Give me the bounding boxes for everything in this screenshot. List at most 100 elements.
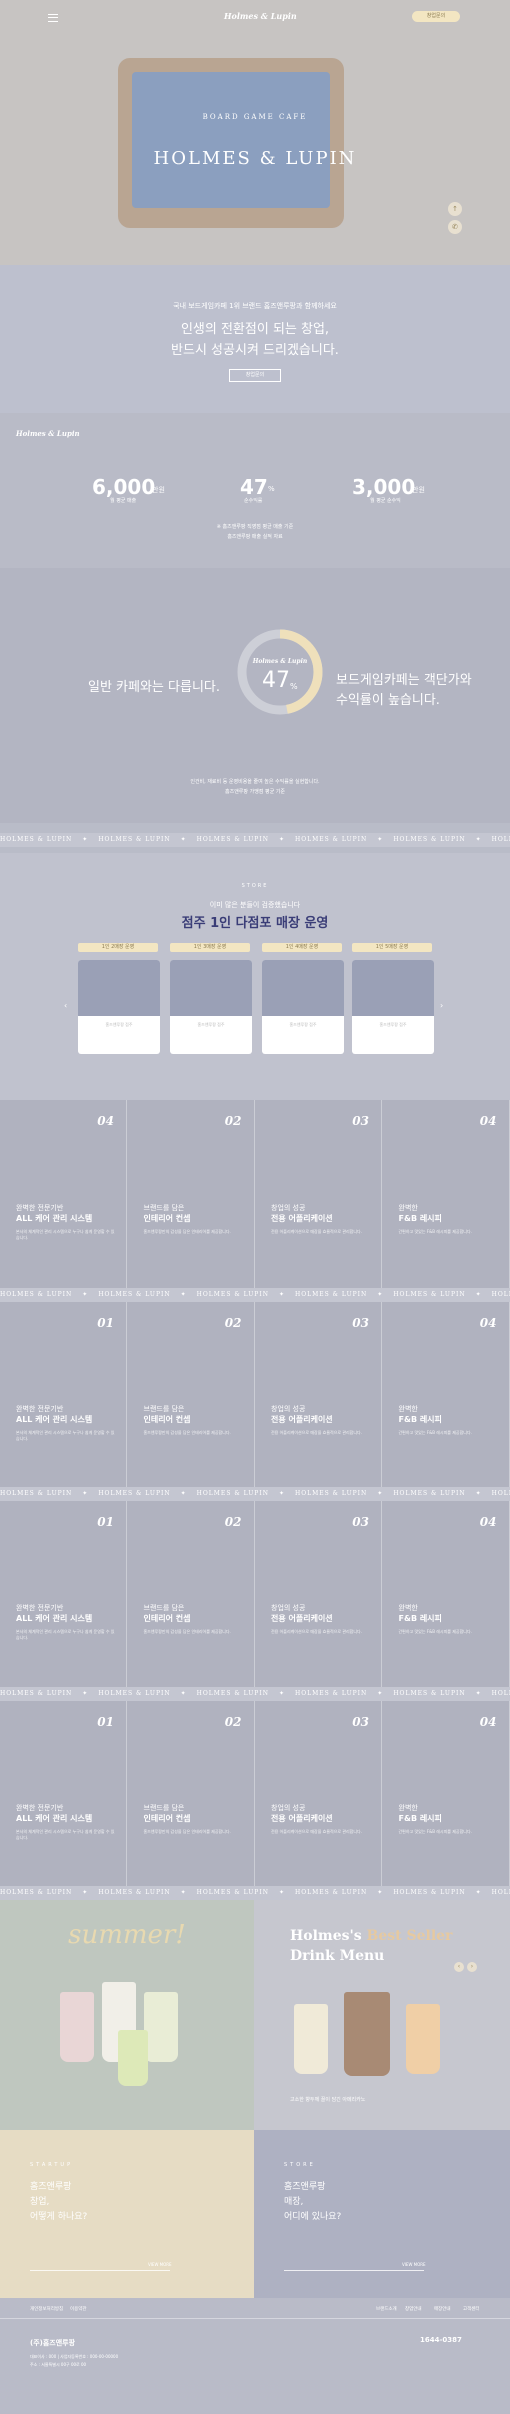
prev-icon[interactable]: ‹ [454, 1962, 464, 1972]
next-arrow-icon[interactable]: › [440, 1001, 443, 1010]
star-icon: ✦ [180, 1889, 187, 1896]
star-icon: ✦ [377, 1889, 384, 1896]
cta-store-line-2: 매장, [284, 2197, 304, 2207]
band-text: HOLMES & LUPIN [491, 1889, 510, 1896]
feature-cell: 03 창업의 성공 전용 어플리케이션 전용 어플리케이션으로 매장을 효율적으로 관… [255, 1501, 382, 1687]
header-cta-button[interactable]: 창업문의 [412, 11, 460, 22]
drink-caption: 고소한 향두께 꿀이 담긴 아메리카노 [290, 2097, 366, 2103]
cta-store[interactable]: STORE 홈즈앤루팡 매장, 어디에 있나요? VIEW MORE [254, 2130, 510, 2298]
cta-store-title: 홈즈앤루팡 매장, 어디에 있나요? [284, 2180, 341, 2225]
band-text: HOLMES & LUPIN [98, 836, 171, 843]
feature-desc: 전용 어플리케이션으로 매장을 효율적으로 관리합니다. [271, 1629, 362, 1634]
footer-link-startup[interactable]: 창업안내 [405, 2306, 422, 2312]
drink-image [294, 2004, 328, 2074]
feature-number: 02 [224, 1515, 242, 1529]
star-icon: ✦ [475, 1490, 482, 1497]
footer-info-1: 대표이사 : 000 | 사업자등록번호 : 000-00-00000 [30, 2354, 119, 2359]
feature-number: 01 [97, 1316, 114, 1330]
footer-link-privacy[interactable]: 개인정보처리방침 [30, 2306, 63, 2312]
footer-link-support[interactable]: 고객센터 [463, 2306, 480, 2312]
footer-company: (주)홈즈앤루팡 [30, 2339, 76, 2347]
cta-store-more[interactable]: VIEW MORE [402, 2262, 426, 2267]
store-card[interactable]: 홈즈앤루팡 점주 [78, 960, 160, 1054]
compare-section: 일반 카페와는 다릅니다. Holmes & Lupin 47 % 보드게임카페… [0, 568, 510, 823]
band-text: HOLMES & LUPIN [393, 1490, 466, 1497]
star-icon: ✦ [180, 1490, 187, 1497]
store-caption: 홈즈앤루팡 점주 [379, 1022, 407, 1027]
band-text: HOLMES & LUPIN [393, 1291, 466, 1298]
star-icon: ✦ [475, 1291, 482, 1298]
band-text: HOLMES & LUPIN [98, 1291, 171, 1298]
feature-cell: 02 브랜드를 담은 인테리어 컨셉 홈즈앤루팡만의 감성을 담은 인테리어를 제공합… [128, 1100, 255, 1288]
feature-desc: 전용 어플리케이션으로 매장을 효율적으로 관리합니다. [271, 1430, 362, 1435]
feature-title: 인테리어 컨셉 [143, 1214, 191, 1223]
feature-desc: 홈즈앤루팡만의 감성을 담은 인테리어를 제공합니다. [143, 1229, 231, 1234]
store-tab-1[interactable]: 1인 2매장 운영 [78, 943, 158, 952]
feature-number: 04 [479, 1715, 497, 1729]
cta-startup-line-3: 어떻게 하나요? [30, 2212, 88, 2222]
feature-cell: 04 완벽한 F&B 레시피 간편하고 맛있는 F&B 레시피를 제공합니다. [383, 1501, 510, 1687]
feature-title: 전용 어플리케이션 [271, 1415, 333, 1424]
cta-startup[interactable]: STARTUP 홈즈앤루팡 창업, 어떻게 하나요? VIEW MORE [0, 2130, 254, 2298]
footer-link-brand[interactable]: 브랜드소개 [376, 2306, 397, 2312]
feature-title: 인테리어 컨셉 [143, 1814, 191, 1823]
band-text: HOLMES & LUPIN [0, 1490, 73, 1497]
footer-link-terms[interactable]: 이용약관 [70, 2306, 87, 2312]
band-text: HOLMES & LUPIN [0, 1690, 73, 1697]
chat-icon[interactable]: ↑ [448, 202, 462, 216]
band-text: HOLMES & LUPIN [393, 1889, 466, 1896]
store-caption: 홈즈앤루팡 점주 [289, 1022, 317, 1027]
footer-link-store[interactable]: 매장안내 [434, 2306, 451, 2312]
band-text: HOLMES & LUPIN [196, 1889, 269, 1896]
feature-kicker: 완벽한 전문기반 [16, 1405, 64, 1413]
menu-icon[interactable] [48, 14, 58, 22]
feature-kicker: 창업의 성공 [271, 1604, 306, 1612]
stat-unit-1: 만원 [152, 486, 165, 494]
cta-divider [30, 2270, 170, 2271]
phone-icon[interactable]: ✆ [448, 220, 462, 234]
footer-phone[interactable]: 1644-0387 [420, 2336, 462, 2344]
feature-cell: 03 창업의 성공 전용 어플리케이션 전용 어플리케이션으로 매장을 효율적으로 관… [255, 1701, 382, 1886]
star-icon: ✦ [278, 1690, 285, 1697]
intro-button[interactable]: 창업문의 [229, 369, 281, 382]
season-title: summer! [68, 1920, 186, 1950]
store-tab-3[interactable]: 1인 4매장 운영 [262, 943, 342, 952]
band-text: HOLMES & LUPIN [294, 1490, 368, 1497]
store-tab-2[interactable]: 1인 3매장 운영 [170, 943, 250, 952]
band-text: HOLMES & LUPIN [393, 836, 466, 843]
stat-unit-3: 만원 [412, 486, 425, 494]
header-logo[interactable]: Holmes & Lupin [224, 11, 297, 21]
star-icon: ✦ [82, 1889, 89, 1896]
bestseller-title-1: Holmes's [290, 1928, 362, 1944]
band-text: HOLMES & LUPIN [294, 1690, 368, 1697]
hero-title: HOLMES & LUPIN [153, 148, 357, 169]
gauge-value: 47 [262, 668, 290, 693]
feature-cell: 01 완벽한 전문기반 ALL 케어 관리 시스템 본사의 체계적인 관리 시스템으로… [0, 1701, 127, 1886]
marquee-band-1: HOLMES & LUPIN ✦ HOLMES & LUPIN ✦ HOLMES & L… [0, 833, 510, 847]
band-text: HOLMES & LUPIN [491, 836, 510, 843]
store-tab-4[interactable]: 1인 5매장 운영 [352, 943, 432, 952]
feature-desc: 전용 어플리케이션으로 매장을 효율적으로 관리합니다. [271, 1829, 362, 1834]
feature-desc: 홈즈앤루팡만의 감성을 담은 인테리어를 제공합니다. [143, 1629, 231, 1634]
prev-arrow-icon[interactable]: ‹ [64, 1001, 67, 1010]
season-panel: summer! [0, 1900, 254, 2130]
cta-store-line-3: 어디에 있나요? [284, 2212, 342, 2222]
star-icon: ✦ [377, 836, 384, 843]
bestseller-panel: Holmes's Best Seller Drink Menu ‹ › 고소한 … [254, 1900, 510, 2130]
footer-divider [0, 2318, 510, 2319]
compare-left-text: 일반 카페와는 다릅니다. [88, 680, 220, 695]
feature-kicker: 브랜드를 담은 [143, 1604, 185, 1612]
store-card[interactable]: 홈즈앤루팡 점주 [352, 960, 434, 1054]
band-text: HOLMES & LUPIN [196, 836, 269, 843]
store-card[interactable]: 홈즈앤루팡 점주 [170, 960, 252, 1054]
bestseller-title-2: Drink Menu [290, 1948, 385, 1964]
store-photo [170, 960, 252, 1016]
store-photo [262, 960, 344, 1016]
store-card[interactable]: 홈즈앤루팡 점주 [262, 960, 344, 1054]
footer: 개인정보처리방침 이용약관 브랜드소개 창업안내 매장안내 고객센터 (주)홈즈… [0, 2298, 510, 2414]
cta-startup-more[interactable]: VIEW MORE [148, 2262, 172, 2267]
compare-note-2: 홈즈앤루팡 가맹점 평균 기준 [225, 789, 285, 795]
bestseller-title: Holmes's Best Seller [290, 1928, 452, 1944]
feature-desc: 간편하고 맛있는 F&B 레시피를 제공합니다. [398, 1829, 472, 1834]
next-icon[interactable]: › [467, 1962, 477, 1972]
